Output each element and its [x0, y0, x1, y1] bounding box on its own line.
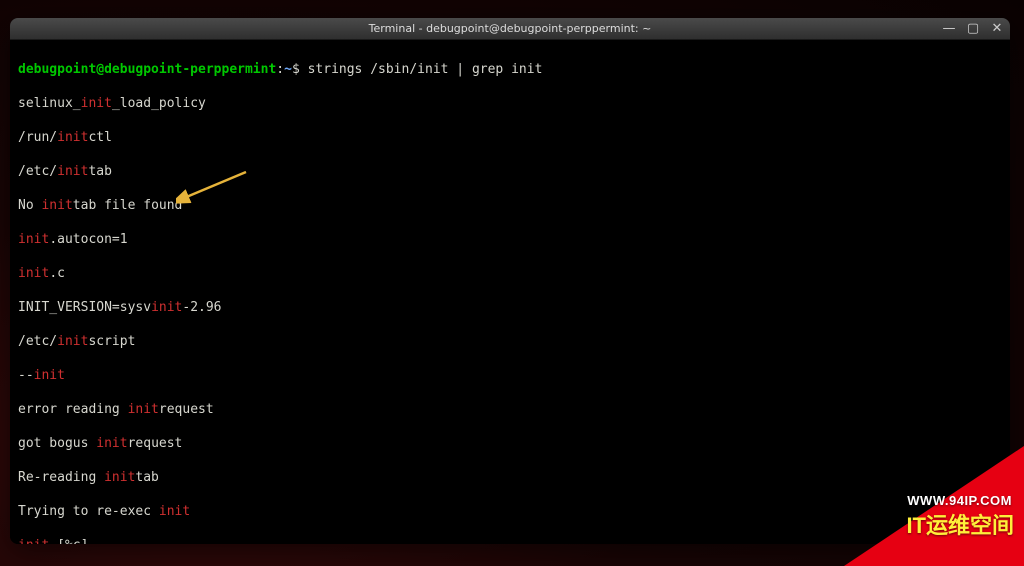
banner-url: WWW.94IP.COM — [907, 493, 1012, 508]
output-line: selinux_init_load_policy — [18, 95, 1002, 112]
banner-caption: IT运维空间 — [906, 508, 1014, 540]
prompt-user: debugpoint@debugpoint-perppermint — [18, 62, 276, 77]
prompt-line-1: debugpoint@debugpoint-perppermint:~$ str… — [18, 61, 1002, 78]
minimize-button[interactable]: — — [942, 22, 956, 35]
maximize-button[interactable]: ▢ — [966, 22, 980, 35]
window-title: Terminal - debugpoint@debugpoint-perpper… — [369, 22, 652, 35]
output-line: No inittab file found — [18, 197, 1002, 214]
close-button[interactable]: ✕ — [990, 22, 1004, 35]
output-line: /etc/initscript — [18, 333, 1002, 350]
output-line: init.c — [18, 265, 1002, 282]
titlebar[interactable]: Terminal - debugpoint@debugpoint-perpper… — [10, 18, 1010, 40]
prompt-path: ~ — [284, 62, 292, 77]
output-line: --init — [18, 367, 1002, 384]
output-line: /etc/inittab — [18, 163, 1002, 180]
window-controls: — ▢ ✕ — [942, 18, 1004, 39]
output-line: /run/initctl — [18, 129, 1002, 146]
command-1: strings /sbin/init | grep init — [300, 62, 543, 77]
output-line: init.autocon=1 — [18, 231, 1002, 248]
output-line: INIT_VERSION=sysvinit-2.96 — [18, 299, 1002, 316]
output-line: error reading initrequest — [18, 401, 1002, 418]
